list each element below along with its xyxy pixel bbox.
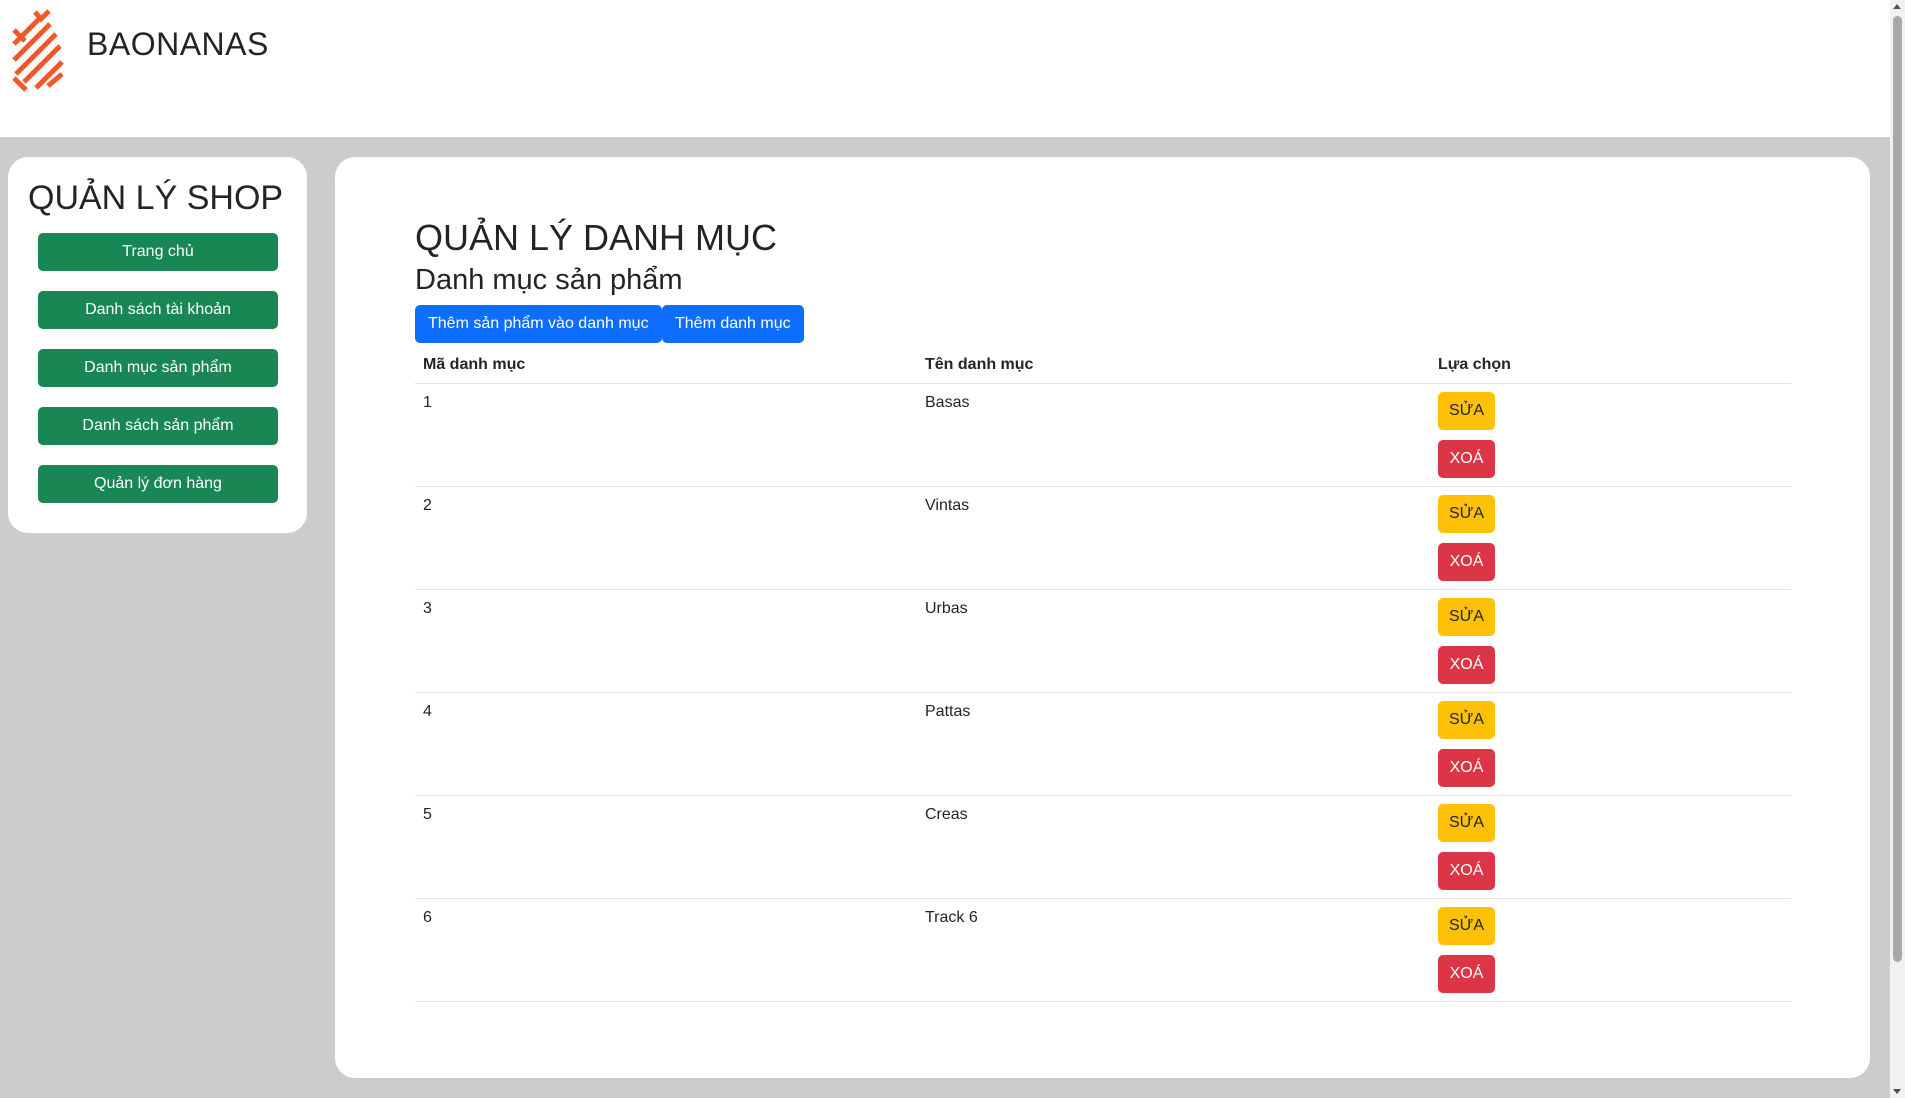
category-id: 4 (415, 692, 917, 796)
scrollbar-thumb[interactable] (1893, 16, 1902, 962)
sidebar-item-home[interactable]: Trang chủ (38, 233, 278, 271)
main-content: QUẢN LÝ DANH MỤC Danh mục sản phẩm Thêm … (335, 157, 1870, 1078)
page-title: QUẢN LÝ DANH MỤC (415, 217, 778, 258)
category-table: Mã danh mục Tên danh mục Lựa chọn 1 Basa… (415, 347, 1791, 1002)
sidebar-item-products[interactable]: Danh sách sản phẩm (38, 407, 278, 445)
category-name: Track 6 (917, 898, 1430, 1002)
category-id: 3 (415, 589, 917, 693)
category-id: 5 (415, 795, 917, 899)
category-id: 6 (415, 898, 917, 1002)
table-row: 6 Track 6 SỬA XOÁ (415, 898, 1791, 1002)
column-header-id: Mã danh mục (415, 347, 917, 384)
actions-cell: SỬA XOÁ (1430, 898, 1791, 1002)
table-row: 5 Creas SỬA XOÁ (415, 795, 1791, 899)
category-name: Vintas (917, 486, 1430, 590)
top-header: BAONANAS (0, 0, 1890, 137)
category-name: Basas (917, 383, 1430, 487)
category-name: Creas (917, 795, 1430, 899)
delete-button[interactable]: XOÁ (1438, 645, 1495, 684)
edit-button[interactable]: SỬA (1438, 391, 1495, 430)
category-name: Pattas (917, 692, 1430, 796)
actions-cell: SỬA XOÁ (1430, 383, 1791, 487)
edit-button[interactable]: SỬA (1438, 700, 1495, 739)
edit-button[interactable]: SỬA (1438, 803, 1495, 842)
vertical-scrollbar[interactable] (1890, 0, 1905, 1098)
scroll-up-arrow-icon[interactable] (1893, 4, 1901, 9)
table-row: 3 Urbas SỬA XOÁ (415, 589, 1791, 693)
delete-button[interactable]: XOÁ (1438, 542, 1495, 581)
add-product-to-category-button[interactable]: Thêm sản phẩm vào danh mục (415, 305, 662, 343)
sidebar-title: QUẢN LÝ SHOP (28, 179, 284, 217)
table-row: 4 Pattas SỬA XOÁ (415, 692, 1791, 796)
sidebar: QUẢN LÝ SHOP Trang chủ Danh sách tài kho… (8, 157, 307, 533)
scroll-down-arrow-icon[interactable] (1893, 1089, 1901, 1094)
actions-cell: SỬA XOÁ (1430, 589, 1791, 693)
section-title: Danh mục sản phẩm (415, 264, 683, 296)
sidebar-item-categories[interactable]: Danh mục sản phẩm (38, 349, 278, 387)
edit-button[interactable]: SỬA (1438, 906, 1495, 945)
column-header-name: Tên danh mục (917, 347, 1430, 384)
actions-cell: SỬA XOÁ (1430, 795, 1791, 899)
table-row: 2 Vintas SỬA XOÁ (415, 486, 1791, 590)
delete-button[interactable]: XOÁ (1438, 851, 1495, 890)
category-id: 1 (415, 383, 917, 487)
edit-button[interactable]: SỬA (1438, 597, 1495, 636)
delete-button[interactable]: XOÁ (1438, 954, 1495, 993)
delete-button[interactable]: XOÁ (1438, 439, 1495, 478)
add-category-button[interactable]: Thêm danh mục (662, 305, 804, 343)
sidebar-item-orders[interactable]: Quản lý đơn hàng (38, 465, 278, 503)
category-name: Urbas (917, 589, 1430, 693)
delete-button[interactable]: XOÁ (1438, 748, 1495, 787)
column-header-actions: Lựa chọn (1430, 347, 1791, 384)
table-row: 1 Basas SỬA XOÁ (415, 383, 1791, 487)
sidebar-item-accounts[interactable]: Danh sách tài khoản (38, 291, 278, 329)
baonanas-logo-icon[interactable] (10, 8, 66, 98)
edit-button[interactable]: SỬA (1438, 494, 1495, 533)
category-id: 2 (415, 486, 917, 590)
actions-cell: SỬA XOÁ (1430, 692, 1791, 796)
actions-cell: SỬA XOÁ (1430, 486, 1791, 590)
brand-name[interactable]: BAONANAS (87, 26, 269, 63)
table-header-row: Mã danh mục Tên danh mục Lựa chọn (415, 347, 1791, 384)
